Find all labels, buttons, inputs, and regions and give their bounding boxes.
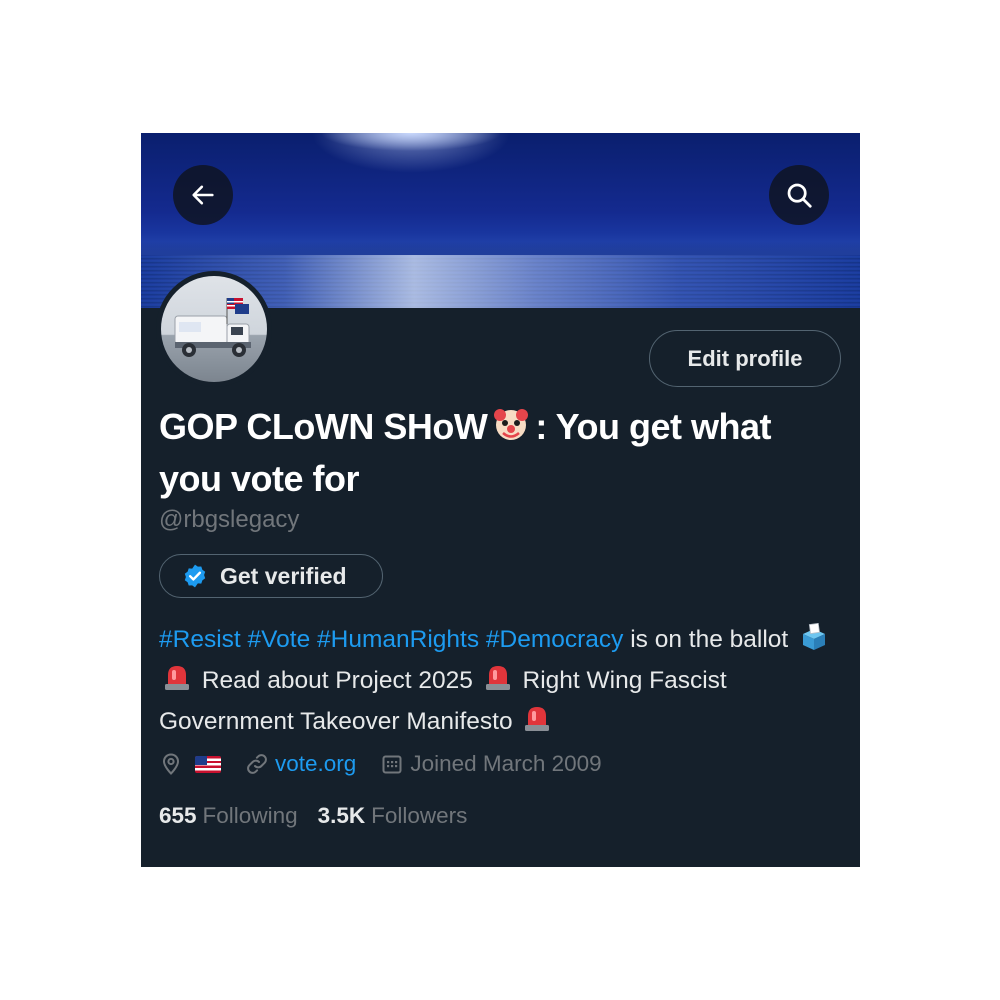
profile-avatar[interactable] — [156, 271, 272, 387]
joined-text: Joined March 2009 — [410, 751, 602, 776]
location — [159, 752, 221, 776]
follow-stats: 655 Following 3.5K Followers — [159, 803, 487, 829]
following-label[interactable]: Following — [203, 803, 298, 829]
hashtag-link[interactable]: #Vote — [248, 626, 311, 653]
followers-count[interactable]: 3.5K — [318, 803, 366, 829]
profile-meta: vote.org Joined March 2009 — [159, 747, 626, 781]
get-verified-button[interactable]: Get verified — [159, 554, 383, 598]
website-link[interactable]: vote.org — [275, 751, 356, 777]
us-flag-icon — [195, 755, 221, 773]
hashtag-link[interactable]: #Democracy — [486, 626, 624, 653]
followers-label[interactable]: Followers — [371, 803, 467, 829]
profile-bio: #Resist #Vote #HumanRights #Democracy is… — [159, 621, 849, 744]
banner-moon-glow — [311, 133, 511, 173]
location-icon — [162, 753, 180, 775]
calendar-icon — [382, 755, 402, 774]
website[interactable]: vote.org — [245, 751, 356, 777]
profile-handle: @rbgslegacy — [159, 506, 300, 533]
hashtag-link[interactable]: #Resist — [159, 626, 241, 653]
siren-emoji-icon — [484, 662, 512, 703]
verified-badge-icon — [182, 563, 208, 589]
edit-profile-button[interactable]: Edit profile — [649, 330, 841, 387]
hashtag-link[interactable]: #HumanRights — [317, 626, 479, 653]
display-name-text: GOP CLoWN SHoW — [159, 406, 488, 447]
avatar-image — [161, 276, 267, 382]
joined-date: Joined March 2009 — [380, 751, 602, 777]
bio-text: Read about Project 2025 — [201, 667, 473, 694]
garbage-truck-image — [174, 298, 251, 357]
get-verified-label: Get verified — [220, 562, 347, 589]
search-icon — [787, 183, 812, 208]
search-button[interactable] — [769, 165, 829, 225]
following-count[interactable]: 655 — [159, 803, 197, 829]
display-name: GOP CLoWN SHoW : You get what you vote f… — [159, 403, 799, 503]
ballot-box-emoji-icon — [799, 622, 829, 662]
back-button[interactable] — [173, 165, 233, 225]
bio-text: is on the ballot — [623, 626, 789, 653]
link-icon — [247, 754, 267, 774]
profile-card: Edit profile GOP CLoWN SHoW : You get wh… — [141, 133, 860, 867]
back-arrow-icon — [192, 185, 214, 205]
siren-emoji-icon — [163, 662, 191, 703]
clown-emoji-icon — [491, 403, 531, 455]
siren-emoji-icon — [523, 703, 551, 744]
